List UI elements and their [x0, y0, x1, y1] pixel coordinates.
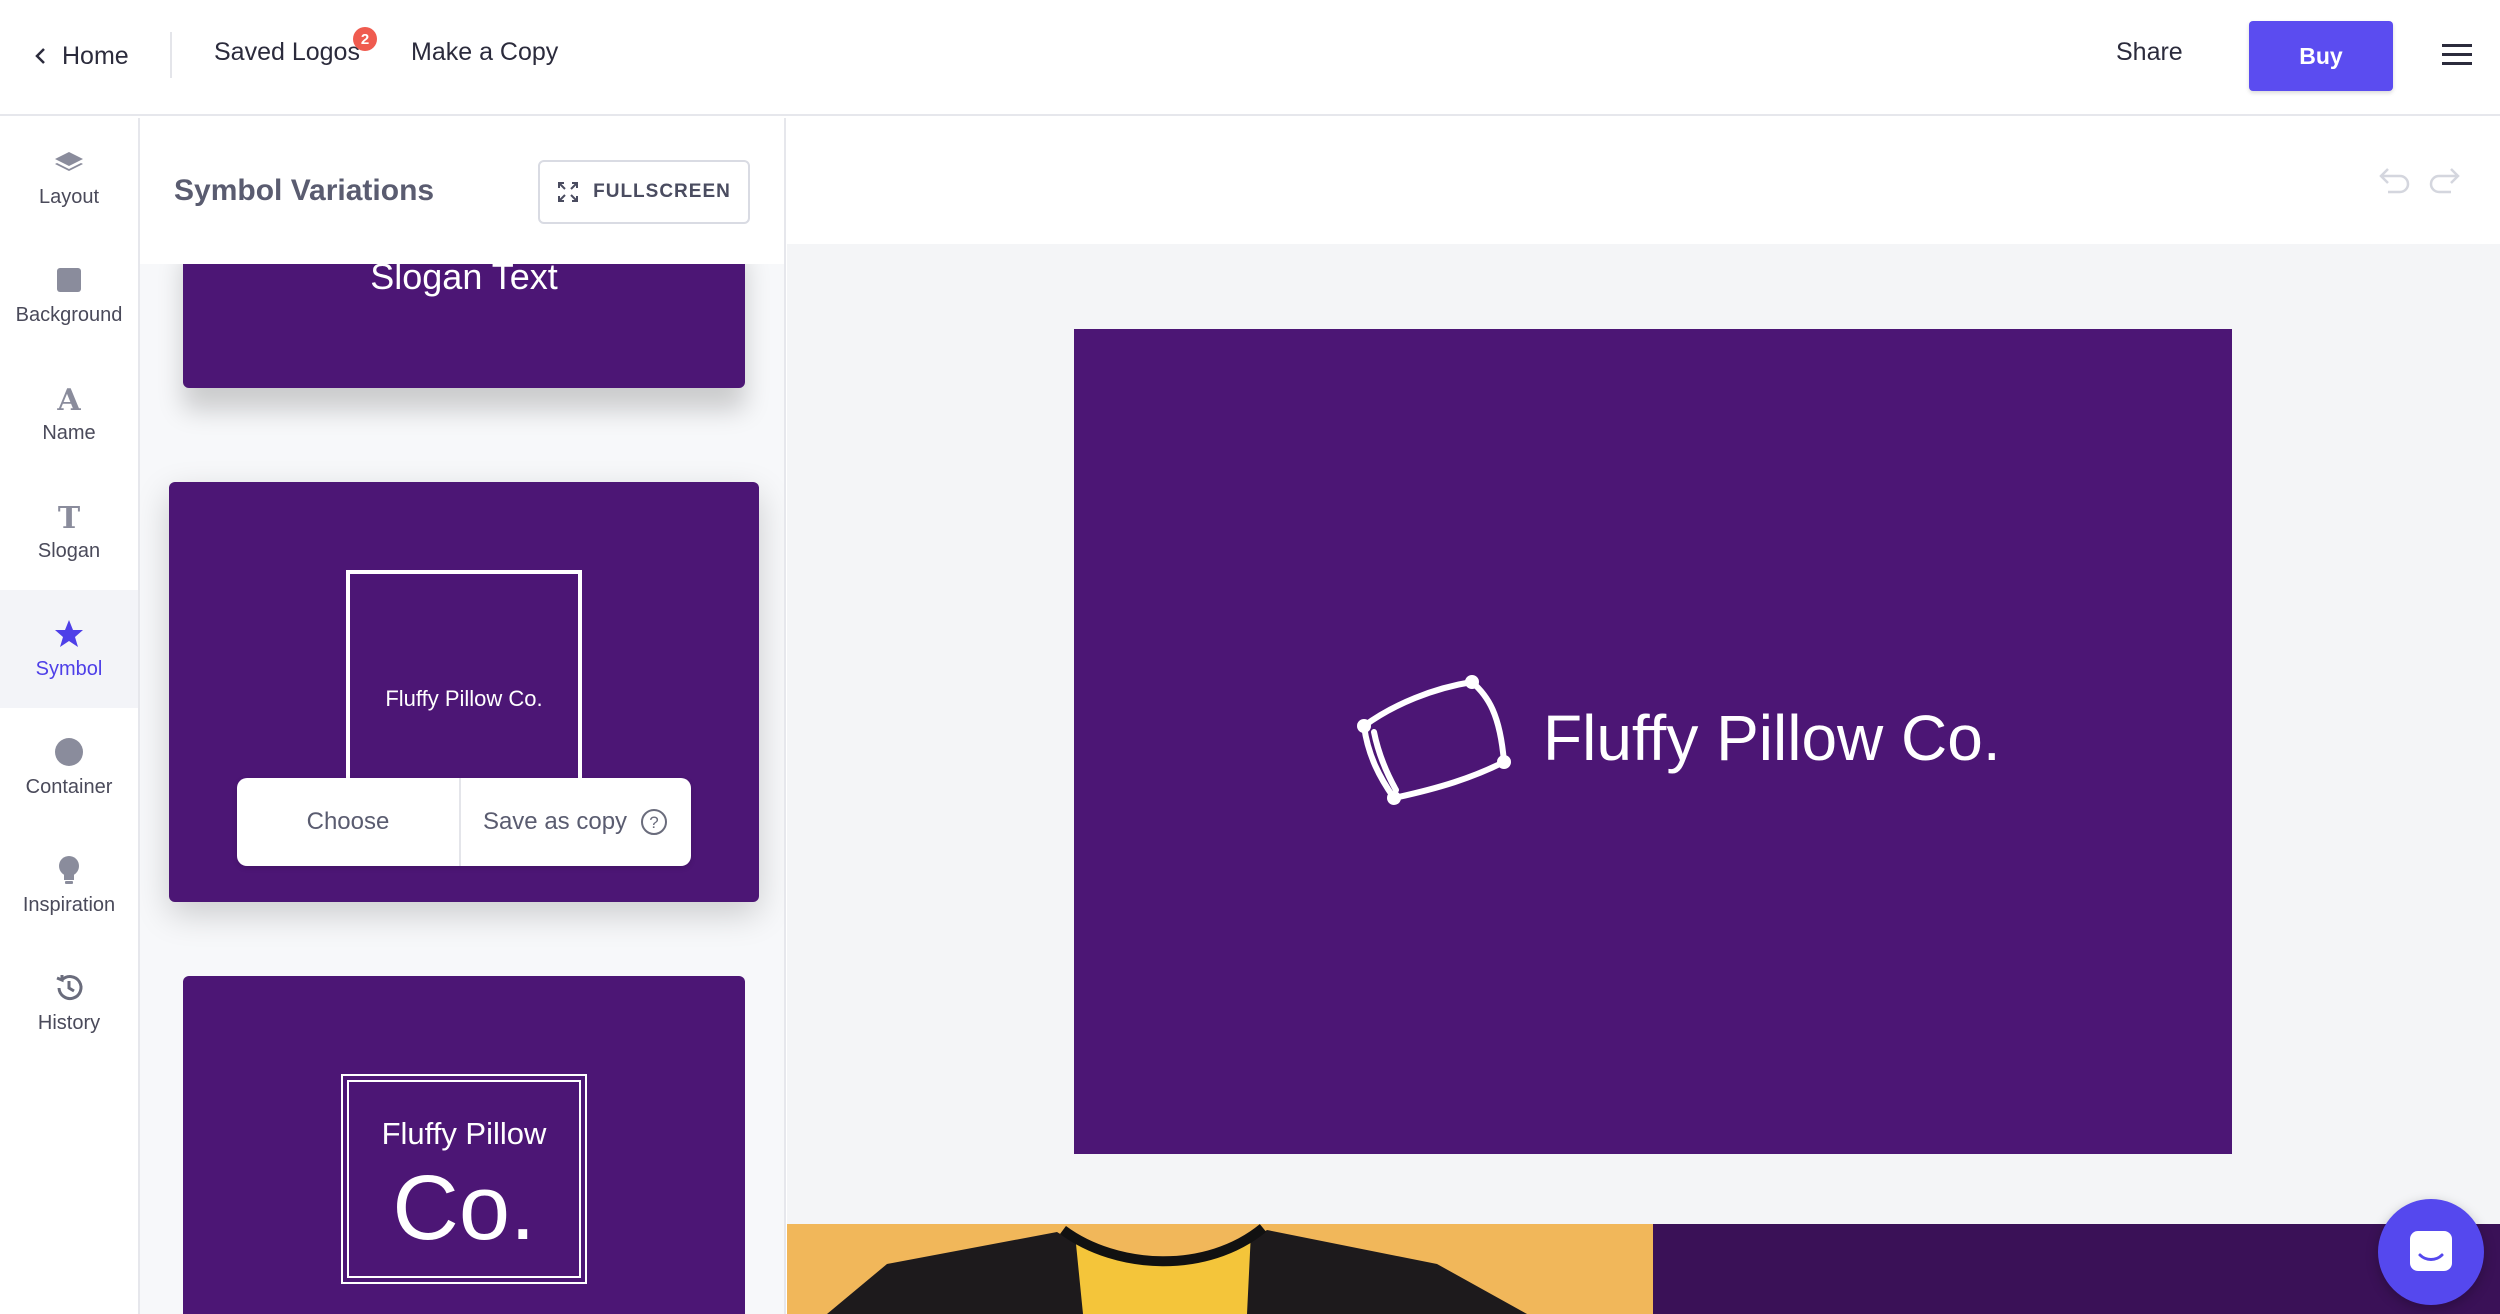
- rail-item-container[interactable]: Container: [0, 708, 138, 826]
- rail-item-background[interactable]: Background: [0, 236, 138, 354]
- saved-logos-link[interactable]: Saved Logos: [214, 38, 360, 67]
- hamburger-menu-icon[interactable]: [2440, 40, 2474, 70]
- variation-action-bar: Choose Save as copy ?: [237, 778, 691, 866]
- share-button[interactable]: Share: [2116, 38, 2183, 67]
- circle-icon: [53, 736, 85, 768]
- logo-box-frame: Fluffy Pillow Co.: [346, 570, 582, 802]
- company-name: Fluffy Pillow Co.: [1543, 702, 2001, 774]
- variation-logo-line1: Fluffy Pillow: [381, 1116, 547, 1151]
- rail-label: History: [37, 1011, 101, 1034]
- canvas-toolbar: [787, 118, 2500, 244]
- rail-label: Slogan: [37, 539, 101, 562]
- tshirt-mockup-preview[interactable]: [787, 1224, 1653, 1314]
- variation-card-box[interactable]: Fluffy Pillow Co. Choose Save as copy ?: [169, 482, 759, 902]
- svg-text:?: ?: [649, 813, 658, 832]
- canvas-area: Fluffy Pillow Co.: [787, 118, 2500, 1314]
- home-label: Home: [62, 41, 129, 70]
- divider: [170, 32, 172, 78]
- panel-header: Symbol Variations FULLSCREEN: [140, 118, 784, 264]
- square-icon: [53, 264, 85, 296]
- rail-label: Symbol: [35, 657, 103, 680]
- letter-t-icon: T: [53, 500, 85, 532]
- symbol-variations-panel: Slogan Text Fluffy Pillow Co. Choose Sav…: [140, 118, 786, 1314]
- rail-label: Inspiration: [22, 893, 116, 916]
- expand-icon: [558, 182, 579, 202]
- rail-label: Container: [25, 775, 113, 798]
- star-icon: [53, 618, 85, 650]
- choose-button[interactable]: Choose: [237, 778, 461, 866]
- chat-support-button[interactable]: [2378, 1199, 2484, 1305]
- rail-item-inspiration[interactable]: Inspiration: [0, 826, 138, 944]
- make-a-copy-link[interactable]: Make a Copy: [411, 38, 558, 67]
- variation-logo-line2: Co.: [392, 1157, 536, 1259]
- save-as-copy-button[interactable]: Save as copy ?: [461, 778, 691, 866]
- undo-icon[interactable]: [2374, 160, 2414, 200]
- saved-logos-count-badge: 2: [353, 27, 377, 51]
- panel-title: Symbol Variations: [174, 174, 435, 207]
- variation-logo-text: Fluffy Pillow Co.: [385, 686, 543, 711]
- rail-item-symbol[interactable]: Symbol: [0, 590, 138, 708]
- rail-item-slogan[interactable]: T Slogan: [0, 472, 138, 590]
- letter-a-icon: A: [53, 382, 85, 414]
- home-link[interactable]: Home: [28, 36, 129, 76]
- chevron-left-icon: [35, 48, 45, 64]
- dark-mockup-preview[interactable]: [1653, 1224, 2500, 1314]
- layers-icon: [53, 146, 85, 178]
- logo-double-frame: Fluffy Pillow Co.: [341, 1074, 587, 1284]
- rail-label: Layout: [38, 185, 100, 208]
- pillow-icon: [1357, 675, 1511, 805]
- rail-item-name[interactable]: A Name: [0, 354, 138, 472]
- logo-inner-frame: Fluffy Pillow Co.: [347, 1080, 581, 1278]
- logo-preview[interactable]: Fluffy Pillow Co.: [1074, 329, 2232, 1154]
- fullscreen-button[interactable]: FULLSCREEN: [538, 160, 750, 224]
- rail-label: Name: [42, 421, 96, 444]
- rail-item-history[interactable]: History: [0, 944, 138, 1062]
- svg-text:T: T: [58, 501, 81, 532]
- chat-icon: [2410, 1231, 2452, 1271]
- fullscreen-label: FULLSCREEN: [593, 181, 731, 202]
- help-icon[interactable]: ?: [639, 807, 669, 837]
- tshirt-image: [827, 1224, 1527, 1314]
- buy-button[interactable]: Buy: [2249, 21, 2393, 91]
- save-as-copy-label: Save as copy: [482, 808, 628, 835]
- rail-label: Background: [15, 303, 123, 326]
- lightbulb-icon: [53, 854, 85, 886]
- top-bar: Home Saved Logos 2 Make a Copy Share Buy: [0, 0, 2500, 116]
- redo-icon[interactable]: [2425, 160, 2465, 200]
- variation-card-double-frame[interactable]: Fluffy Pillow Co.: [183, 976, 745, 1314]
- left-tool-rail: Layout Background A Name T Slogan Symbol…: [0, 118, 140, 1314]
- history-icon: [53, 972, 85, 1004]
- svg-text:A: A: [56, 383, 81, 414]
- rail-item-layout[interactable]: Layout: [0, 118, 138, 236]
